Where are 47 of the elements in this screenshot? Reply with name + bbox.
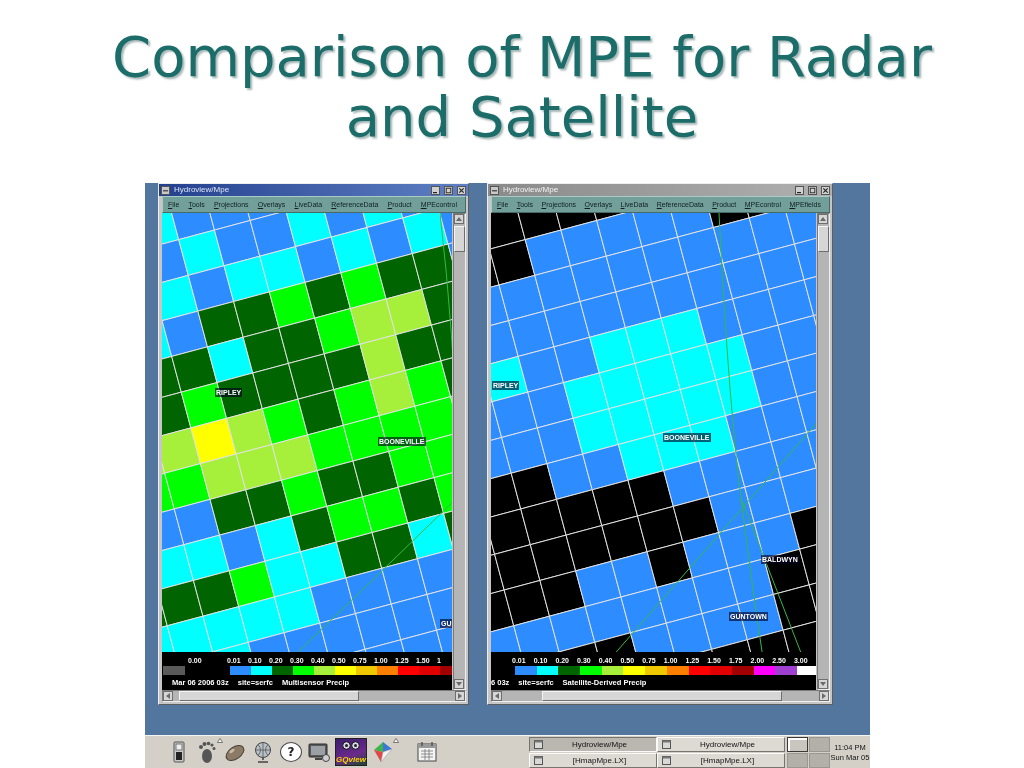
window-menu-icon[interactable] [161, 185, 170, 195]
task-button[interactable]: [HmapMpe.LX] [657, 752, 785, 768]
close-icon[interactable] [457, 185, 466, 195]
left-arrow-icon[interactable] [163, 691, 173, 701]
horizontal-scrollbar[interactable] [491, 690, 830, 702]
expand-triangle-icon[interactable] [217, 738, 223, 743]
task-button[interactable]: Hydroview/Mpe [529, 736, 657, 752]
maximize-icon[interactable] [808, 185, 817, 195]
minimize-icon[interactable] [795, 185, 804, 195]
task-button[interactable]: [HmapMpe.LX] [529, 752, 657, 768]
minimize-icon[interactable] [431, 185, 440, 195]
vertical-scrollbar[interactable] [453, 213, 466, 690]
horizontal-scrollbar[interactable] [162, 690, 466, 702]
right-arrow-icon[interactable] [819, 691, 829, 701]
window-icon [534, 755, 543, 765]
maximize-icon[interactable] [444, 185, 453, 195]
window-icon [662, 755, 671, 765]
window-title: Hydroview/Mpe [503, 185, 560, 195]
glasses-icon [342, 741, 360, 750]
slide-title: Comparison of MPE for Radar and Satellite [111, 27, 933, 147]
scrollbar-thumb[interactable] [454, 226, 465, 252]
workspace-cell[interactable] [787, 752, 808, 768]
expand-triangle-icon[interactable] [393, 738, 399, 743]
scrollbar-thumb[interactable] [818, 226, 829, 252]
right-arrow-icon[interactable] [455, 691, 465, 701]
window-title: Hydroview/Mpe [174, 185, 231, 195]
window-icon [662, 739, 671, 749]
workspace-cell[interactable] [787, 736, 808, 752]
window-menu-icon[interactable] [490, 185, 499, 195]
down-arrow-icon[interactable] [818, 679, 828, 689]
scrollbar-thumb[interactable] [542, 691, 782, 701]
calendar-icon[interactable] [415, 740, 439, 764]
vertical-scrollbar[interactable] [817, 213, 830, 690]
app-launcher[interactable]: GQview [335, 738, 367, 766]
task-button[interactable]: Hydroview/Mpe [657, 736, 785, 752]
workspace-cell[interactable] [809, 736, 830, 752]
close-icon[interactable] [821, 185, 830, 195]
monitor-icon[interactable] [307, 740, 331, 764]
left-arrow-icon[interactable] [492, 691, 502, 701]
up-arrow-icon[interactable] [818, 214, 828, 224]
up-arrow-icon[interactable] [454, 214, 464, 224]
workspace-cell[interactable] [809, 752, 830, 768]
window-icon [534, 739, 543, 749]
kite-icon[interactable] [371, 740, 395, 764]
help-button[interactable]: ? [280, 742, 302, 762]
down-arrow-icon[interactable] [454, 679, 464, 689]
scrollbar-thumb[interactable] [179, 691, 359, 701]
